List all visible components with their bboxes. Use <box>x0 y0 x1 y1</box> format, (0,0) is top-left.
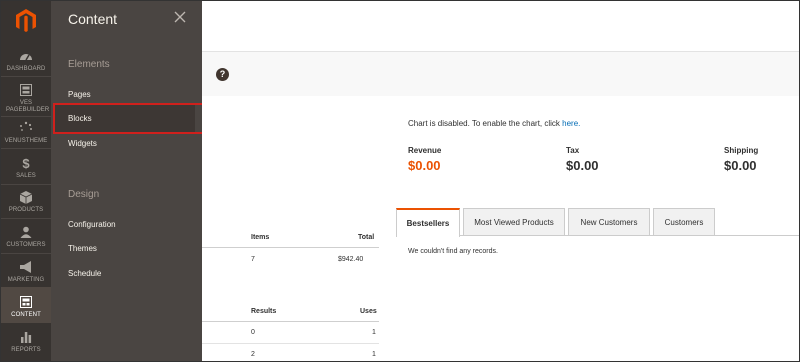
chart-message-text: Chart is disabled. To enable the chart, … <box>408 119 563 128</box>
rail-label: CUSTOMERS <box>6 242 46 248</box>
cube-icon <box>19 190 33 204</box>
help-icon[interactable]: ? <box>216 68 229 81</box>
flyout-title: Content <box>68 11 118 27</box>
table-cell: 2 <box>251 351 255 358</box>
admin-window: DASHBOARD VES PAGEBUILDER VENUSTHEME $ S… <box>0 0 800 362</box>
rail-label: SALES <box>16 173 36 179</box>
tab-customers[interactable]: Customers <box>653 208 715 236</box>
stat-label: Tax <box>566 146 580 155</box>
rail-item-pagebuilder[interactable]: VES PAGEBUILDER <box>1 83 51 114</box>
dashboard-icon <box>19 49 33 63</box>
menu-item-schedule[interactable]: Schedule <box>68 269 101 278</box>
stat-tax: Tax $0.00 <box>566 146 599 173</box>
rail-label: DASHBOARD <box>6 66 46 72</box>
table-header-divider <box>202 321 379 322</box>
stat-revenue: Revenue $0.00 <box>408 146 441 173</box>
rail-item-venustheme[interactable]: VENUSTHEME <box>1 121 51 145</box>
table-cell: 1 <box>372 351 376 358</box>
venustheme-icon <box>19 121 33 135</box>
stat-value: $0.00 <box>566 158 599 173</box>
stat-label: Shipping <box>724 146 759 155</box>
pagebuilder-icon <box>19 83 33 97</box>
table-row-divider <box>202 343 379 344</box>
col-header-uses: Uses <box>360 308 377 315</box>
menu-item-pages[interactable]: Pages <box>68 90 91 99</box>
tab-new-customers[interactable]: New Customers <box>568 208 650 236</box>
col-header-total: Total <box>358 234 375 241</box>
content-icon <box>19 295 33 309</box>
tab-most-viewed-products[interactable]: Most Viewed Products <box>463 208 565 236</box>
rail-label: MARKETING <box>7 277 45 283</box>
menu-item-configuration[interactable]: Configuration <box>68 220 116 229</box>
stat-label: Revenue <box>408 146 442 155</box>
customers-icon <box>19 225 33 239</box>
elements-heading: Elements <box>68 59 110 70</box>
col-header-results: Results <box>251 308 277 315</box>
table-cell: 0 <box>251 329 255 336</box>
design-heading: Design <box>68 189 100 200</box>
table-cell: $942.40 <box>338 256 364 263</box>
dollar-icon: $ <box>22 155 30 171</box>
rail-label: VES PAGEBUILDER <box>6 100 50 113</box>
no-records-message: We couldn't find any records. <box>408 248 498 255</box>
stat-value: $0.00 <box>408 158 441 173</box>
rail-label: VENUSTHEME <box>4 138 48 144</box>
stat-shipping: Shipping $0.00 <box>724 146 758 173</box>
rail-item-reports[interactable]: REPORTS <box>1 330 51 354</box>
dashboard-main: ? Chart is disabled. To enable the chart… <box>202 1 799 361</box>
table-cell: 7 <box>251 256 255 263</box>
rail-label: CONTENT <box>11 312 41 318</box>
admin-nav-rail: DASHBOARD VES PAGEBUILDER VENUSTHEME $ S… <box>1 1 51 361</box>
rail-label: REPORTS <box>11 347 41 353</box>
rail-label: PRODUCTS <box>8 207 44 213</box>
content-flyout-menu: Content Elements Pages Blocks Widgets De… <box>51 1 247 361</box>
enable-chart-link[interactable]: here. <box>562 119 580 128</box>
close-icon[interactable] <box>173 10 189 26</box>
table-header-divider <box>202 247 379 248</box>
bar-chart-icon <box>19 330 33 344</box>
rail-item-sales[interactable]: $ SALES <box>1 156 51 180</box>
menu-item-widgets[interactable]: Widgets <box>68 139 97 148</box>
magento-logo-icon <box>16 9 36 32</box>
table-cell: 1 <box>372 329 376 336</box>
tab-bestsellers[interactable]: Bestsellers <box>396 208 460 237</box>
stat-value: $0.00 <box>724 158 757 173</box>
rail-item-dashboard[interactable]: DASHBOARD <box>1 49 51 73</box>
page-actions-bar: ? <box>202 51 799 96</box>
chart-disabled-message: Chart is disabled. To enable the chart, … <box>408 119 580 128</box>
rail-item-content[interactable]: CONTENT <box>1 287 51 323</box>
magento-logo[interactable] <box>1 1 51 41</box>
menu-item-themes[interactable]: Themes <box>68 244 97 253</box>
rail-item-customers[interactable]: CUSTOMERS <box>1 225 51 249</box>
megaphone-icon <box>19 260 33 274</box>
col-header-items: Items <box>251 234 270 241</box>
rail-item-marketing[interactable]: MARKETING <box>1 260 51 284</box>
rail-item-products[interactable]: PRODUCTS <box>1 190 51 214</box>
